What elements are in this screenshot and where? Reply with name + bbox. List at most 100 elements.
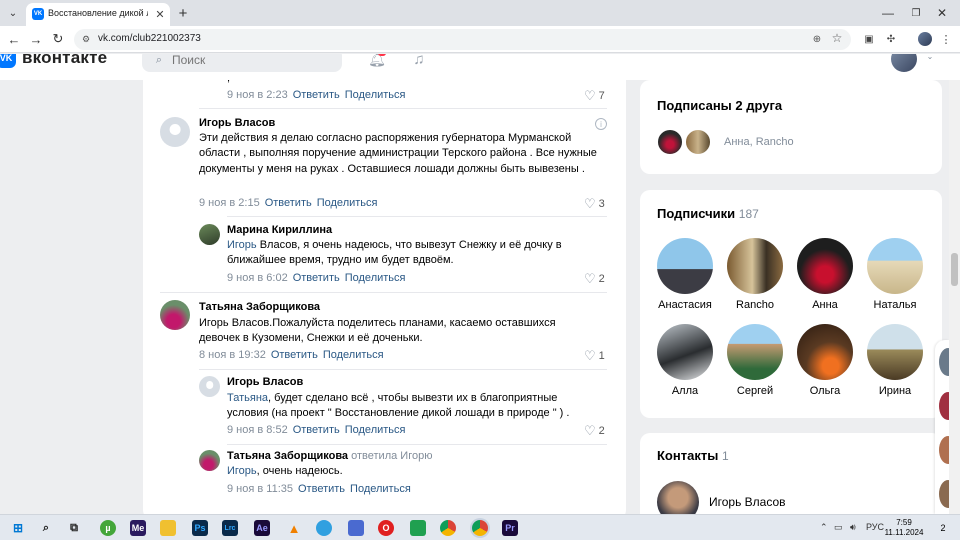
avatar[interactable] (160, 300, 190, 330)
opera-icon[interactable]: O (378, 520, 394, 536)
window-minimize-icon[interactable]: — (880, 5, 896, 21)
follower-name[interactable]: Сергей (720, 385, 790, 397)
follower-item[interactable]: Анастасия (650, 238, 720, 311)
follower-name[interactable]: Анастасия (650, 299, 720, 311)
follower-name[interactable]: Ирина (860, 385, 930, 397)
follower-item[interactable]: Rancho (720, 238, 790, 311)
tray-chevron-icon[interactable]: ⌃ (820, 522, 828, 533)
follower-item[interactable]: Ирина (860, 324, 930, 397)
comment-time[interactable]: 9 ноя в 2:23 (227, 89, 288, 101)
like-button[interactable]: ♡ 7 (584, 88, 605, 104)
back-icon[interactable]: ← (6, 31, 22, 47)
tab-close-icon[interactable]: ✕ (153, 7, 167, 21)
follower-avatar[interactable] (797, 324, 853, 380)
new-tab-icon[interactable]: + (175, 5, 191, 22)
scrollbar-thumb[interactable] (951, 253, 958, 286)
vk-search[interactable]: ⌕ (142, 54, 342, 72)
comment-author[interactable]: Игорь Власов (199, 117, 275, 129)
contact-avatar[interactable] (657, 481, 699, 514)
url-text[interactable]: vk.com/club221002373 (98, 33, 201, 44)
window-close-icon[interactable]: ✕ (934, 5, 950, 21)
search-input[interactable] (172, 54, 322, 67)
reply-link[interactable]: Ответить (293, 89, 340, 101)
extensions-puzzle-icon[interactable]: ✣ (884, 32, 898, 46)
follower-item[interactable]: Наталья (860, 238, 930, 311)
friend-avatar[interactable] (656, 128, 684, 156)
site-info-icon[interactable]: ⚙ (80, 33, 92, 45)
reply-link[interactable]: Ответить (265, 197, 312, 209)
avatar[interactable] (199, 224, 220, 245)
music-icon[interactable]: ♫ (410, 54, 428, 68)
follower-item[interactable]: Алла (650, 324, 720, 397)
follower-avatar[interactable] (727, 324, 783, 380)
comment-author[interactable]: Татьяна Заборщикова (199, 301, 320, 313)
follower-item[interactable]: Ольга (790, 324, 860, 397)
task-view-icon[interactable]: ⧉ (66, 520, 82, 536)
address-bar[interactable]: ⚙ vk.com/club221002373 ⊕ ☆ (74, 29, 851, 50)
avatar[interactable] (939, 436, 949, 464)
vk-logo-text[interactable]: вконтакте (22, 54, 107, 68)
premiere-icon[interactable]: Pr (502, 520, 518, 536)
follower-avatar[interactable] (867, 324, 923, 380)
comment-author[interactable]: Татьяна Заборщикова ответила Игорю (227, 450, 432, 462)
avatar[interactable] (939, 392, 949, 420)
follower-name[interactable]: Анна (790, 299, 860, 311)
media-encoder-icon[interactable]: Me (130, 520, 146, 536)
app-icon[interactable] (348, 520, 364, 536)
like-button[interactable]: ♡ 3 (584, 196, 605, 212)
comment-time[interactable]: 9 ноя в 6:02 (227, 272, 288, 284)
comment-author[interactable]: Игорь Власов (227, 376, 303, 388)
follower-name[interactable]: Алла (650, 385, 720, 397)
follower-name[interactable]: Наталья (860, 299, 930, 311)
like-button[interactable]: ♡ 2 (584, 423, 605, 439)
chrome-icon[interactable] (440, 520, 456, 536)
contact-name[interactable]: Игорь Власов (709, 495, 786, 509)
card-title[interactable]: Контакты 1 (657, 448, 729, 463)
extension-icon[interactable]: ▣ (862, 32, 876, 46)
clock[interactable]: 7:59 11.11.2024 (884, 518, 924, 538)
vk-user-avatar[interactable] (891, 54, 917, 72)
follower-name[interactable]: Ольга (790, 385, 860, 397)
info-icon[interactable]: i (595, 118, 607, 130)
share-link[interactable]: Поделиться (345, 424, 406, 436)
mention-link[interactable]: Татьяна (227, 392, 268, 404)
chrome-menu-icon[interactable]: ⋮ (940, 32, 952, 46)
comment-time[interactable]: 8 ноя в 19:32 (199, 349, 266, 361)
mention-link[interactable]: Игорь (227, 239, 257, 251)
comment-author[interactable]: Марина Кириллина (227, 224, 332, 236)
utorrent-icon[interactable]: µ (100, 520, 116, 536)
windows-start-icon[interactable]: ⊞ (10, 520, 26, 536)
share-link[interactable]: Поделиться (345, 272, 406, 284)
lightroom-classic-icon[interactable]: Lrc (222, 520, 238, 536)
app-icon[interactable] (316, 520, 332, 536)
window-restore-icon[interactable]: ❐ (908, 5, 924, 21)
avatar[interactable] (199, 450, 220, 471)
replied-to[interactable]: ответила Игорю (351, 450, 432, 462)
reload-icon[interactable]: ↻ (50, 31, 66, 47)
vlc-icon[interactable]: ▲ (286, 520, 302, 536)
browser-tab[interactable]: VK Восстановление дикой лошади ✕ (26, 3, 170, 26)
follower-avatar[interactable] (727, 238, 783, 294)
mention-link[interactable]: Игорь (227, 465, 257, 477)
lang-indicator[interactable]: РУС (866, 522, 884, 532)
follower-avatar[interactable] (867, 238, 923, 294)
card-title[interactable]: Подписаны 2 друга (657, 98, 782, 113)
friend-avatar[interactable] (684, 128, 712, 156)
share-link[interactable]: Поделиться (317, 197, 378, 209)
notifications-bell-icon[interactable]: 🔔︎ (368, 54, 386, 68)
photoshop-icon[interactable]: Ps (192, 520, 208, 536)
like-button[interactable]: ♡ 2 (584, 271, 605, 287)
chevron-down-icon[interactable]: ⌄ (924, 54, 936, 62)
tab-search-chevron-icon[interactable]: ⌄ (4, 5, 22, 21)
volume-icon[interactable]: 🔊︎ (850, 522, 856, 533)
comment-time[interactable]: 9 ноя в 8:52 (227, 424, 288, 436)
bookmark-star-icon[interactable]: ☆ (830, 31, 844, 45)
notification-center-icon[interactable]: 2 (936, 521, 950, 535)
search-icon[interactable]: ⌕ (38, 520, 54, 536)
share-link[interactable]: Поделиться (345, 89, 406, 101)
card-title[interactable]: Подписчики 187 (657, 206, 759, 221)
author-name[interactable]: Татьяна Заборщикова (227, 450, 348, 462)
avatar-placeholder[interactable] (160, 117, 190, 147)
like-button[interactable]: ♡ 1 (584, 348, 605, 364)
avatar[interactable] (939, 348, 949, 376)
